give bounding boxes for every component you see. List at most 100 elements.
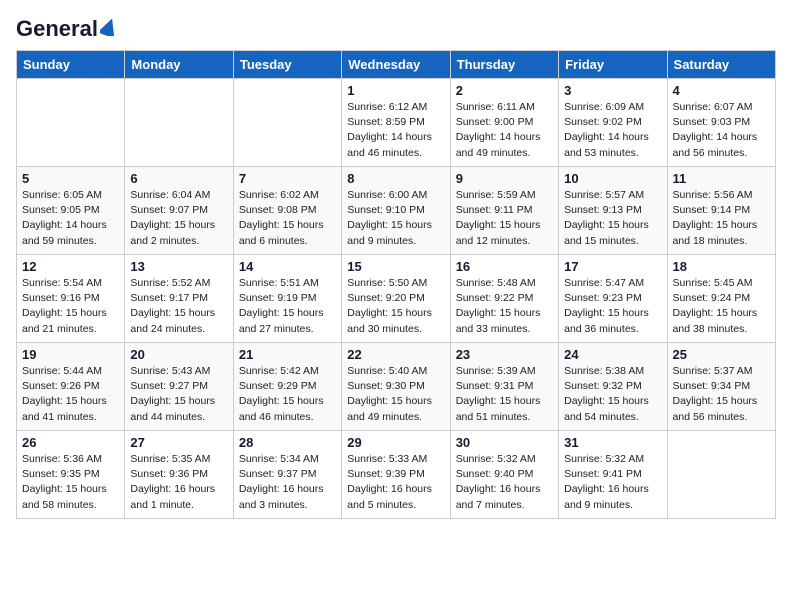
calendar-cell: 5 Sunrise: 6:05 AM Sunset: 9:05 PM Daylig… [17, 167, 125, 255]
day-number: 19 [22, 347, 119, 362]
day-info: Sunrise: 5:50 AM Sunset: 9:20 PM Dayligh… [347, 276, 444, 337]
calendar-cell: 11 Sunrise: 5:56 AM Sunset: 9:14 PM Dayli… [667, 167, 775, 255]
day-header-saturday: Saturday [667, 51, 775, 79]
day-number: 24 [564, 347, 661, 362]
calendar-cell: 2Sunrise: 6:11 AM Sunset: 9:00 PM Daylig… [450, 79, 558, 167]
calendar-cell: 27 Sunrise: 5:35 AM Sunset: 9:36 PM Dayli… [125, 431, 233, 519]
calendar-week-row: 19Sunrise: 5:44 AM Sunset: 9:26 PM Dayli… [17, 343, 776, 431]
day-info: Sunrise: 5:33 AM Sunset: 9:39 PM Dayligh… [347, 452, 444, 513]
calendar-cell: 9 Sunrise: 5:59 AM Sunset: 9:11 PM Daylig… [450, 167, 558, 255]
calendar-cell: 15 Sunrise: 5:50 AM Sunset: 9:20 PM Dayli… [342, 255, 450, 343]
calendar-cell: 3 Sunrise: 6:09 AM Sunset: 9:02 PM Daylig… [559, 79, 667, 167]
day-number: 29 [347, 435, 444, 450]
day-number: 20 [130, 347, 227, 362]
calendar-cell: 6Sunrise: 6:04 AM Sunset: 9:07 PM Daylig… [125, 167, 233, 255]
day-info: Sunrise: 5:52 AM Sunset: 9:17 PM Dayligh… [130, 276, 227, 337]
day-number: 4 [673, 83, 770, 98]
day-number: 27 [130, 435, 227, 450]
day-info: Sunrise: 5:37 AM Sunset: 9:34 PM Dayligh… [673, 364, 770, 425]
day-number: 30 [456, 435, 553, 450]
day-info: Sunrise: 5:32 AM Sunset: 9:41 PM Dayligh… [564, 452, 661, 513]
day-info: Sunrise: 5:48 AM Sunset: 9:22 PM Dayligh… [456, 276, 553, 337]
day-number: 8 [347, 171, 444, 186]
day-info: Sunrise: 5:54 AM Sunset: 9:16 PM Dayligh… [22, 276, 119, 337]
day-number: 12 [22, 259, 119, 274]
calendar-cell: 26 Sunrise: 5:36 AM Sunset: 9:35 PM Dayli… [17, 431, 125, 519]
calendar-week-row: 12 Sunrise: 5:54 AM Sunset: 9:16 PM Dayli… [17, 255, 776, 343]
calendar-cell: 24 Sunrise: 5:38 AM Sunset: 9:32 PM Dayli… [559, 343, 667, 431]
day-number: 7 [239, 171, 336, 186]
calendar-cell: 21Sunrise: 5:42 AM Sunset: 9:29 PM Dayli… [233, 343, 341, 431]
calendar-cell: 7 Sunrise: 6:02 AM Sunset: 9:08 PM Daylig… [233, 167, 341, 255]
day-number: 10 [564, 171, 661, 186]
day-number: 28 [239, 435, 336, 450]
calendar-cell: 8 Sunrise: 6:00 AM Sunset: 9:10 PM Daylig… [342, 167, 450, 255]
calendar-cell [667, 431, 775, 519]
calendar-cell: 22Sunrise: 5:40 AM Sunset: 9:30 PM Dayli… [342, 343, 450, 431]
day-number: 3 [564, 83, 661, 98]
day-info: Sunrise: 6:12 AM Sunset: 8:59 PM Dayligh… [347, 100, 444, 161]
day-info: Sunrise: 5:36 AM Sunset: 9:35 PM Dayligh… [22, 452, 119, 513]
day-info: Sunrise: 5:32 AM Sunset: 9:40 PM Dayligh… [456, 452, 553, 513]
day-number: 1 [347, 83, 444, 98]
day-info: Sunrise: 5:59 AM Sunset: 9:11 PM Dayligh… [456, 188, 553, 249]
day-number: 15 [347, 259, 444, 274]
calendar-cell: 12 Sunrise: 5:54 AM Sunset: 9:16 PM Dayli… [17, 255, 125, 343]
day-number: 23 [456, 347, 553, 362]
day-number: 25 [673, 347, 770, 362]
calendar-week-row: 26 Sunrise: 5:36 AM Sunset: 9:35 PM Dayli… [17, 431, 776, 519]
calendar-cell: 20 Sunrise: 5:43 AM Sunset: 9:27 PM Dayli… [125, 343, 233, 431]
logo-general: General [16, 16, 98, 42]
page-header: General [16, 16, 776, 38]
day-number: 6 [130, 171, 227, 186]
day-info: Sunrise: 5:56 AM Sunset: 9:14 PM Dayligh… [673, 188, 770, 249]
calendar-cell: 18Sunrise: 5:45 AM Sunset: 9:24 PM Dayli… [667, 255, 775, 343]
calendar-cell: 29 Sunrise: 5:33 AM Sunset: 9:39 PM Dayli… [342, 431, 450, 519]
day-info: Sunrise: 5:51 AM Sunset: 9:19 PM Dayligh… [239, 276, 336, 337]
calendar-cell: 4 Sunrise: 6:07 AM Sunset: 9:03 PM Daylig… [667, 79, 775, 167]
calendar-cell: 30 Sunrise: 5:32 AM Sunset: 9:40 PM Dayli… [450, 431, 558, 519]
day-number: 11 [673, 171, 770, 186]
calendar-table: SundayMondayTuesdayWednesdayThursdayFrid… [16, 50, 776, 519]
day-info: Sunrise: 5:34 AM Sunset: 9:37 PM Dayligh… [239, 452, 336, 513]
calendar-cell: 1 Sunrise: 6:12 AM Sunset: 8:59 PM Daylig… [342, 79, 450, 167]
calendar-cell: 28 Sunrise: 5:34 AM Sunset: 9:37 PM Dayli… [233, 431, 341, 519]
calendar-cell: 16 Sunrise: 5:48 AM Sunset: 9:22 PM Dayli… [450, 255, 558, 343]
day-number: 17 [564, 259, 661, 274]
day-header-thursday: Thursday [450, 51, 558, 79]
logo: General [16, 16, 118, 38]
day-info: Sunrise: 6:09 AM Sunset: 9:02 PM Dayligh… [564, 100, 661, 161]
day-info: Sunrise: 6:00 AM Sunset: 9:10 PM Dayligh… [347, 188, 444, 249]
day-header-wednesday: Wednesday [342, 51, 450, 79]
calendar-week-row: 1 Sunrise: 6:12 AM Sunset: 8:59 PM Daylig… [17, 79, 776, 167]
day-header-sunday: Sunday [17, 51, 125, 79]
day-info: Sunrise: 5:57 AM Sunset: 9:13 PM Dayligh… [564, 188, 661, 249]
day-header-friday: Friday [559, 51, 667, 79]
day-number: 13 [130, 259, 227, 274]
calendar-cell: 23 Sunrise: 5:39 AM Sunset: 9:31 PM Dayli… [450, 343, 558, 431]
day-info: Sunrise: 6:07 AM Sunset: 9:03 PM Dayligh… [673, 100, 770, 161]
day-info: Sunrise: 6:05 AM Sunset: 9:05 PM Dayligh… [22, 188, 119, 249]
day-info: Sunrise: 5:39 AM Sunset: 9:31 PM Dayligh… [456, 364, 553, 425]
day-number: 14 [239, 259, 336, 274]
day-number: 5 [22, 171, 119, 186]
day-number: 9 [456, 171, 553, 186]
day-info: Sunrise: 5:42 AM Sunset: 9:29 PM Dayligh… [239, 364, 336, 425]
day-number: 18 [673, 259, 770, 274]
calendar-cell: 19Sunrise: 5:44 AM Sunset: 9:26 PM Dayli… [17, 343, 125, 431]
calendar-cell [233, 79, 341, 167]
day-number: 16 [456, 259, 553, 274]
calendar-cell [125, 79, 233, 167]
calendar-cell: 13 Sunrise: 5:52 AM Sunset: 9:17 PM Dayli… [125, 255, 233, 343]
day-header-monday: Monday [125, 51, 233, 79]
calendar-header-row: SundayMondayTuesdayWednesdayThursdayFrid… [17, 51, 776, 79]
day-info: Sunrise: 5:47 AM Sunset: 9:23 PM Dayligh… [564, 276, 661, 337]
day-number: 26 [22, 435, 119, 450]
day-info: Sunrise: 5:38 AM Sunset: 9:32 PM Dayligh… [564, 364, 661, 425]
day-info: Sunrise: 5:43 AM Sunset: 9:27 PM Dayligh… [130, 364, 227, 425]
day-header-tuesday: Tuesday [233, 51, 341, 79]
calendar-cell: 25 Sunrise: 5:37 AM Sunset: 9:34 PM Dayli… [667, 343, 775, 431]
day-info: Sunrise: 5:35 AM Sunset: 9:36 PM Dayligh… [130, 452, 227, 513]
day-info: Sunrise: 6:02 AM Sunset: 9:08 PM Dayligh… [239, 188, 336, 249]
day-number: 31 [564, 435, 661, 450]
